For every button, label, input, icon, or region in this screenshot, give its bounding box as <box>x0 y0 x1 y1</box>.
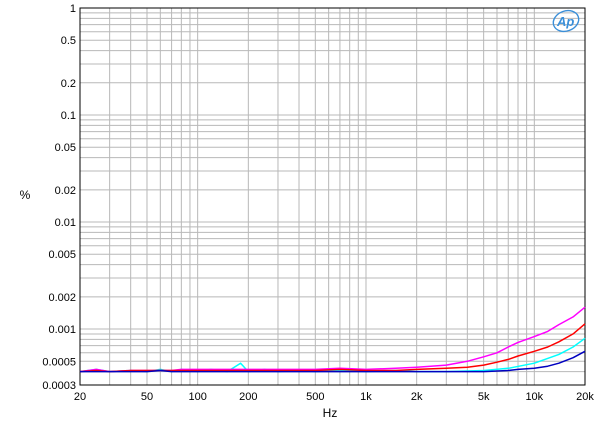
plot-frame <box>79 7 586 386</box>
y-tick-label: 0.2 <box>61 78 76 90</box>
ap-logo: Ap <box>552 9 580 33</box>
x-tick-label: 1k <box>360 391 372 403</box>
x-tick-label: 2k <box>411 391 423 403</box>
x-axis-label: Hz <box>323 406 338 420</box>
x-tick-label: 100 <box>188 391 206 403</box>
x-tick-label: 20 <box>74 391 86 403</box>
ap-logo-text: Ap <box>556 14 574 29</box>
y-tick-label: 0.002 <box>48 292 76 304</box>
y-tick-label: 0.005 <box>48 249 76 261</box>
series-line-3 <box>79 323 586 373</box>
x-tick-label: 500 <box>306 391 324 403</box>
y-tick-label: 0.001 <box>48 324 76 336</box>
x-tick-label: 20k <box>576 391 594 403</box>
x-tick-labels: 20 50 100 200 500 1k 2k 5k 10k 20k <box>74 391 594 403</box>
y-tick-label: 1 <box>70 3 76 15</box>
grid <box>79 8 586 386</box>
y-tick-labels: 1 0.5 0.2 0.1 0.05 0.02 0.01 0.005 0.002 0.001 0.0… <box>42 3 76 392</box>
x-tick-label: 200 <box>239 391 257 403</box>
y-tick-label: 0.02 <box>55 185 76 197</box>
y-tick-label: 0.05 <box>55 142 76 154</box>
y-tick-label: 0.0003 <box>42 380 76 392</box>
y-tick-label: 0.01 <box>55 217 76 229</box>
y-tick-label: 0.0005 <box>42 356 76 368</box>
y-tick-label: 0.1 <box>61 110 76 122</box>
series-line-1 <box>79 337 586 373</box>
x-tick-label: 5k <box>478 391 490 403</box>
x-tick-label: 10k <box>525 391 543 403</box>
chart: 1 0.5 0.2 0.1 0.05 0.02 0.01 0.005 0.002 0.001 0.0… <box>20 3 595 420</box>
y-axis-label: % <box>20 188 31 202</box>
x-tick-label: 50 <box>141 391 153 403</box>
y-tick-label: 0.5 <box>61 35 76 47</box>
